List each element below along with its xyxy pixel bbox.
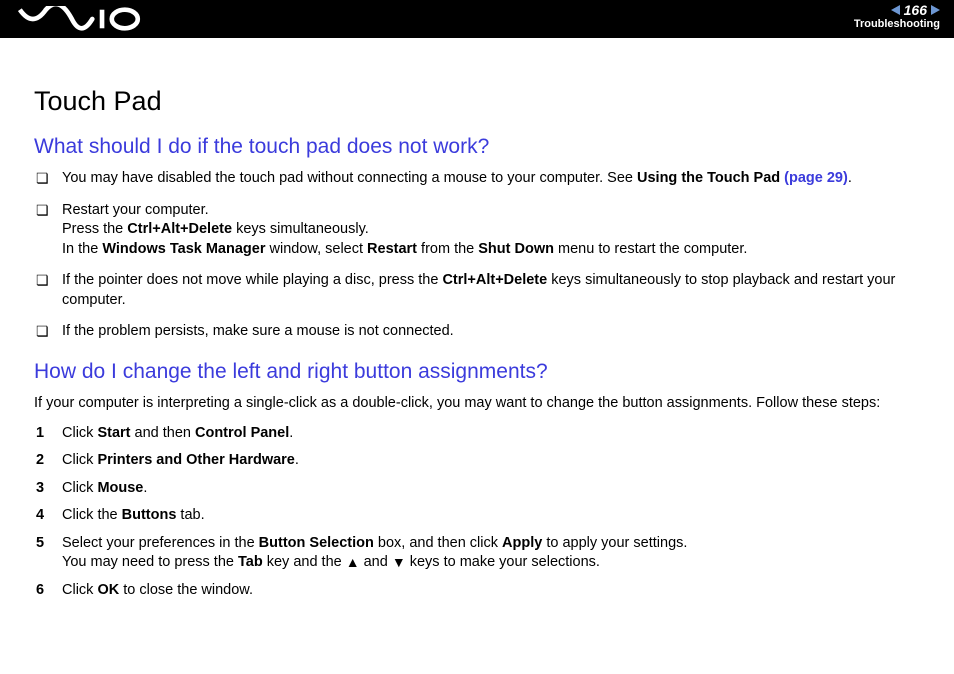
text: You may have disabled the touch pad with… (62, 170, 637, 186)
list-item: 6 Click OK to close the window. (34, 581, 920, 601)
text-bold: Using the Touch Pad (637, 170, 780, 186)
text: to apply your settings. (542, 535, 687, 551)
text: key and the (263, 554, 346, 570)
step-number: 5 (36, 534, 44, 554)
list-item: Restart your computer. Press the Ctrl+Al… (34, 201, 920, 260)
text: . (848, 170, 852, 186)
question-1-heading: What should I do if the touch pad does n… (34, 135, 920, 159)
step-number: 4 (36, 506, 44, 526)
text: . (289, 425, 293, 441)
text: to close the window. (119, 582, 253, 598)
text-bold: Start (97, 425, 130, 441)
text: and then (131, 425, 196, 441)
section-label: Troubleshooting (854, 18, 940, 30)
list-item: 5 Select your preferences in the Button … (34, 534, 920, 573)
page-nav: 166 Troubleshooting (854, 2, 940, 30)
step-number: 2 (36, 451, 44, 471)
text-bold: Mouse (97, 480, 143, 496)
prev-page-arrow-icon[interactable] (891, 5, 900, 15)
text: If the problem persists, make sure a mou… (62, 323, 454, 339)
text-bold: OK (97, 582, 119, 598)
text-bold: Restart (367, 241, 417, 257)
step-number: 1 (36, 424, 44, 444)
page-title: Touch Pad (34, 86, 920, 117)
text: Click (62, 425, 97, 441)
text: Press the (62, 221, 127, 237)
question-2-intro: If your computer is interpreting a singl… (34, 394, 920, 414)
page-number: 166 (904, 2, 927, 18)
list-item: 1 Click Start and then Control Panel. (34, 424, 920, 444)
text-bold: Ctrl+Alt+Delete (442, 272, 547, 288)
text-bold: Shut Down (478, 241, 554, 257)
steps-list: 1 Click Start and then Control Panel. 2 … (34, 424, 920, 601)
text: You may need to press the (62, 554, 238, 570)
text: tab. (176, 507, 204, 523)
text: Click (62, 480, 97, 496)
text: Click (62, 582, 97, 598)
list-item: 3 Click Mouse. (34, 479, 920, 499)
list-item: If the pointer does not move while playi… (34, 271, 920, 310)
text: window, select (265, 241, 367, 257)
text: . (143, 480, 147, 496)
next-page-arrow-icon[interactable] (931, 5, 940, 15)
question-1-list: You may have disabled the touch pad with… (34, 169, 920, 342)
header-bar: 166 Troubleshooting (0, 0, 954, 38)
text-bold: Printers and Other Hardware (97, 452, 294, 468)
text: Restart your computer. (62, 202, 209, 218)
arrow-down-icon: ▼ (392, 555, 406, 569)
text: In the (62, 241, 102, 257)
text: box, and then click (374, 535, 502, 551)
step-number: 6 (36, 581, 44, 601)
content-area: Touch Pad What should I do if the touch … (0, 38, 954, 628)
text: menu to restart the computer. (554, 241, 747, 257)
text-bold: Windows Task Manager (102, 241, 265, 257)
text: and (360, 554, 392, 570)
text: If the pointer does not move while playi… (62, 272, 442, 288)
text-bold: Apply (502, 535, 542, 551)
text: Click the (62, 507, 122, 523)
vaio-logo (18, 6, 148, 32)
text: keys simultaneously. (232, 221, 369, 237)
page-link[interactable]: (page 29) (780, 170, 848, 186)
text-bold: Buttons (122, 507, 177, 523)
text-bold: Button Selection (259, 535, 374, 551)
list-item: If the problem persists, make sure a mou… (34, 322, 920, 342)
text-bold: Ctrl+Alt+Delete (127, 221, 232, 237)
arrow-up-icon: ▲ (346, 555, 360, 569)
text: from the (417, 241, 478, 257)
list-item: 4 Click the Buttons tab. (34, 506, 920, 526)
list-item: You may have disabled the touch pad with… (34, 169, 920, 189)
text: Click (62, 452, 97, 468)
text-bold: Tab (238, 554, 263, 570)
list-item: 2 Click Printers and Other Hardware. (34, 451, 920, 471)
text: Select your preferences in the (62, 535, 259, 551)
step-number: 3 (36, 479, 44, 499)
question-2-heading: How do I change the left and right butto… (34, 360, 920, 384)
text: . (295, 452, 299, 468)
text: keys to make your selections. (406, 554, 600, 570)
text-bold: Control Panel (195, 425, 289, 441)
